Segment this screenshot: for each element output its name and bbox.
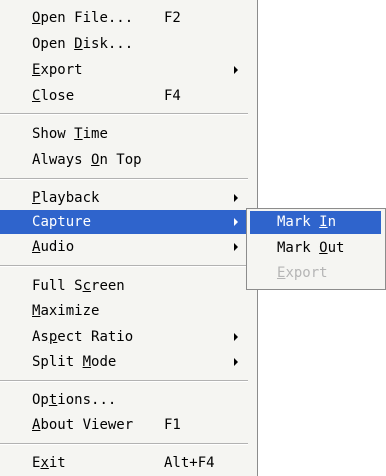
menu-item-export[interactable]: Export — [0, 58, 248, 82]
menu-separator — [0, 265, 248, 267]
menu-item-playback[interactable]: Playback — [0, 186, 248, 210]
menu-item-open-disk[interactable]: Open Disk... — [0, 32, 248, 56]
capture-submenu: Mark In Mark Out Export — [246, 208, 386, 290]
menu-item-close[interactable]: Close F4 — [0, 84, 248, 108]
menu-separator — [0, 380, 248, 382]
submenu-item-export: Export — [250, 262, 381, 285]
menu-separator — [0, 443, 248, 445]
menu-item-label: Aspect Ratio — [32, 329, 134, 345]
menu-item-aspect-ratio[interactable]: Aspect Ratio — [0, 325, 248, 349]
submenu-item-label: Mark In — [277, 214, 337, 230]
menu-item-shortcut: F4 — [164, 88, 181, 104]
menu-item-label: Options... — [32, 392, 117, 408]
menu-item-about-viewer[interactable]: About Viewer F1 — [0, 413, 248, 437]
menu-item-label: Audio — [32, 239, 75, 255]
submenu-arrow-icon — [234, 358, 238, 366]
submenu-arrow-icon — [234, 333, 238, 341]
menu-item-capture[interactable]: Capture — [0, 210, 248, 234]
submenu-item-mark-out[interactable]: Mark Out — [250, 237, 381, 260]
menu-item-exit[interactable]: Exit Alt+F4 — [0, 451, 248, 475]
submenu-item-label: Export — [277, 265, 328, 281]
menu-item-label: Maximize — [32, 303, 100, 319]
menu-item-label: Show Time — [32, 126, 108, 142]
menu-item-show-time[interactable]: Show Time — [0, 122, 248, 146]
menu-item-split-mode[interactable]: Split Mode — [0, 350, 248, 374]
menu-item-label: Open File... — [32, 10, 134, 26]
submenu-item-label: Mark Out — [277, 240, 345, 256]
menu-item-label: Full Screen — [32, 278, 125, 294]
menu-item-shortcut: Alt+F4 — [164, 455, 215, 471]
submenu-arrow-icon — [234, 194, 238, 202]
menu-separator — [0, 178, 248, 180]
menu-item-options[interactable]: Options... — [0, 388, 248, 412]
menu-item-open-file[interactable]: Open File... F2 — [0, 6, 248, 30]
menu-item-label: Always On Top — [32, 152, 142, 168]
menu-item-label: Export — [32, 62, 83, 78]
submenu-item-mark-in[interactable]: Mark In — [250, 211, 381, 234]
context-menu: Open File... F2 Open Disk... Export Clos… — [0, 0, 258, 476]
submenu-arrow-icon — [234, 218, 238, 226]
menu-item-shortcut: F1 — [164, 417, 181, 433]
menu-item-label: About Viewer — [32, 417, 134, 433]
menu-item-label: Open Disk... — [32, 36, 134, 52]
submenu-arrow-icon — [234, 66, 238, 74]
menu-item-label: Split Mode — [32, 354, 117, 370]
menu-item-always-on-top[interactable]: Always On Top — [0, 148, 248, 172]
menu-separator — [0, 113, 248, 115]
submenu-arrow-icon — [234, 243, 238, 251]
menu-item-label: Close — [32, 88, 75, 104]
menu-item-label: Playback — [32, 190, 100, 206]
menu-item-maximize[interactable]: Maximize — [0, 299, 248, 323]
menu-item-shortcut: F2 — [164, 10, 181, 26]
menu-item-audio[interactable]: Audio — [0, 235, 248, 259]
menu-item-full-screen[interactable]: Full Screen — [0, 274, 248, 298]
menu-item-label: Capture — [32, 214, 92, 230]
menu-item-label: Exit — [32, 455, 66, 471]
